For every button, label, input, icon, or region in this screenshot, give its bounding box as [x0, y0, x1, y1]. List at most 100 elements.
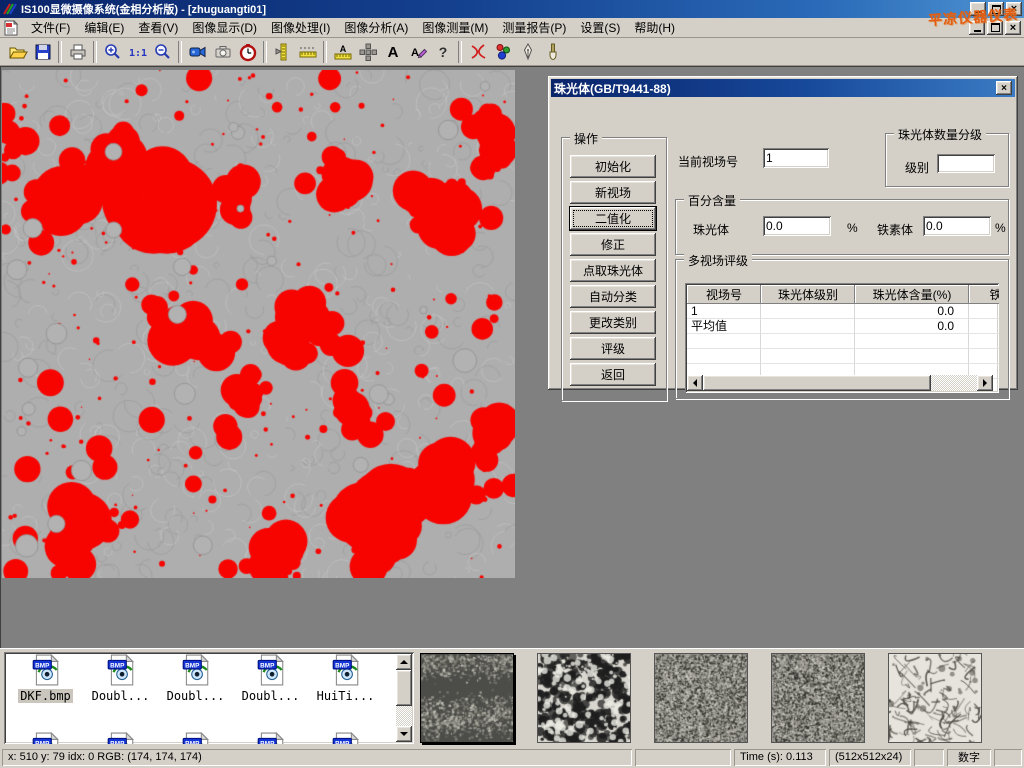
toolbar: 1:1AAA? [0, 38, 1024, 66]
file-list-scrollbar[interactable] [396, 654, 412, 742]
scrollbar-thumb[interactable] [703, 375, 931, 391]
table-horizontal-scrollbar[interactable] [687, 375, 993, 391]
menu-item[interactable]: 设置(S) [573, 19, 627, 37]
op-button[interactable]: 自动分类 [570, 285, 656, 308]
menu-item[interactable]: 编辑(E) [77, 19, 131, 37]
svg-text:BMP: BMP [110, 740, 125, 744]
menu-item[interactable]: 测量报告(P) [495, 19, 573, 37]
file-name: HuiTi... [315, 689, 377, 703]
scale-label-button-icon[interactable]: A [330, 40, 355, 64]
child-close-button[interactable]: × [1005, 21, 1021, 35]
text-edit-button-icon[interactable]: A [405, 40, 430, 64]
op-button[interactable]: 评级 [570, 337, 656, 360]
file-item[interactable]: BMPDoubl... [233, 654, 308, 703]
zoom-in-button-icon[interactable] [100, 40, 125, 64]
dialog-title: 珠光体(GB/T9441-88) [554, 80, 671, 97]
camera-capture-button-icon[interactable] [210, 40, 235, 64]
op-button[interactable]: 二值化 [570, 207, 656, 230]
thumbnail-image [889, 654, 981, 742]
ruler-measure-button-icon[interactable] [295, 40, 320, 64]
brush-tool-button-icon[interactable] [540, 40, 565, 64]
thumbnail-1[interactable] [420, 653, 514, 743]
file-item[interactable]: BMPDoubl... [158, 654, 233, 703]
thumbnail-3[interactable] [654, 653, 748, 743]
op-button[interactable]: 点取珠光体 [570, 259, 656, 282]
status-bar: x: 510 y: 79 idx: 0 RGB: (174, 174, 174)… [0, 746, 1024, 768]
thumbnail-4[interactable] [771, 653, 865, 743]
restore-button[interactable] [988, 2, 1004, 16]
file-name: Doubl... [90, 689, 152, 703]
help-button-icon[interactable]: ? [430, 40, 455, 64]
file-item[interactable]: BMP HuiTi... [308, 654, 383, 703]
actual-size-button-icon[interactable]: 1:1 [125, 40, 150, 64]
bmp-file-icon: BMP [329, 732, 363, 744]
menu-item[interactable]: 图像测量(M) [415, 19, 495, 37]
metallographic-image[interactable] [2, 70, 515, 578]
pearlite-dialog: 珠光体(GB/T9441-88) × 操作 初始化新视场二值化修正点取珠光体自动… [548, 76, 1018, 390]
pearlite-percent-input[interactable] [763, 216, 831, 236]
file-item[interactable]: BMPDKF.bmp [8, 654, 83, 703]
close-button[interactable]: × [1006, 2, 1022, 16]
zoom-out-button-icon[interactable] [150, 40, 175, 64]
menu-item[interactable]: 文件(F) [24, 19, 77, 37]
app-logo-icon [2, 2, 18, 16]
scrollbar-thumb[interactable] [396, 670, 412, 706]
file-item-clipped[interactable]: BMP [83, 732, 158, 744]
svg-text:?: ? [438, 44, 447, 60]
curve-tool-button-icon[interactable] [465, 40, 490, 64]
status-mode: 数字 [947, 749, 991, 766]
menu-item[interactable]: 帮助(H) [627, 19, 682, 37]
pen-tool-button-icon[interactable] [515, 40, 540, 64]
op-button[interactable]: 返回 [570, 363, 656, 386]
file-item-clipped[interactable]: BMP [308, 732, 383, 744]
file-item-clipped[interactable]: BMP [158, 732, 233, 744]
open-file-button-icon[interactable] [5, 40, 30, 64]
status-panel-empty [994, 749, 1022, 766]
print-button-icon[interactable] [65, 40, 90, 64]
child-minimize-button[interactable] [969, 21, 985, 35]
current-field-input[interactable] [763, 148, 829, 168]
file-item-clipped[interactable]: BMP [8, 732, 83, 744]
save-button-icon[interactable] [30, 40, 55, 64]
dialog-close-icon[interactable]: × [996, 81, 1012, 95]
op-button[interactable]: 修正 [570, 233, 656, 256]
child-restore-button[interactable] [987, 21, 1003, 35]
menu-item[interactable]: 图像处理(I) [264, 19, 337, 37]
file-item[interactable]: BMPDoubl... [83, 654, 158, 703]
table-row[interactable] [687, 349, 999, 364]
menu-item[interactable]: 查看(V) [131, 19, 185, 37]
table-row[interactable]: 10.0 [687, 304, 999, 319]
pixel-tool-button-icon[interactable] [355, 40, 380, 64]
op-button[interactable]: 初始化 [570, 155, 656, 178]
phase-particles-button-icon[interactable] [490, 40, 515, 64]
svg-text:A: A [339, 44, 346, 54]
op-button[interactable]: 更改类别 [570, 311, 656, 334]
minimize-button[interactable] [970, 2, 986, 16]
svg-text:BMP: BMP [335, 662, 350, 669]
status-time: Time (s): 0.113 [734, 749, 826, 766]
file-list[interactable]: BMPDKF.bmpBMPDoubl...BMPDoubl...BMPDoubl… [4, 652, 414, 744]
menu-item[interactable]: 图像分析(A) [337, 19, 415, 37]
timer-button-icon[interactable] [235, 40, 260, 64]
bmp-file-icon: BMP [254, 732, 288, 744]
menu-item[interactable]: 图像显示(D) [185, 19, 264, 37]
scroll-up-icon[interactable] [396, 654, 412, 670]
table-row[interactable]: 平均值0.0 [687, 319, 999, 334]
table-row[interactable] [687, 334, 999, 349]
svg-text:BMP: BMP [260, 662, 275, 669]
dialog-title-bar[interactable]: 珠光体(GB/T9441-88) × [551, 79, 1015, 97]
window-title: IS100显微摄像系统(金相分析版) - [zhuguangti01] [21, 1, 266, 17]
level-input[interactable] [937, 154, 995, 173]
file-item-clipped[interactable]: BMP [233, 732, 308, 744]
thumbnail-5[interactable] [888, 653, 982, 743]
scroll-left-icon[interactable] [687, 375, 703, 391]
operation-group-label: 操作 [570, 130, 602, 147]
thumbnail-2[interactable] [537, 653, 631, 743]
caliper-measure-button-icon[interactable] [270, 40, 295, 64]
text-annotate-button-icon[interactable]: A [380, 40, 405, 64]
scroll-right-icon[interactable] [977, 375, 993, 391]
scroll-down-icon[interactable] [396, 726, 412, 742]
ferrite-percent-input[interactable] [923, 216, 991, 236]
op-button[interactable]: 新视场 [570, 181, 656, 204]
video-capture-button-icon[interactable] [185, 40, 210, 64]
